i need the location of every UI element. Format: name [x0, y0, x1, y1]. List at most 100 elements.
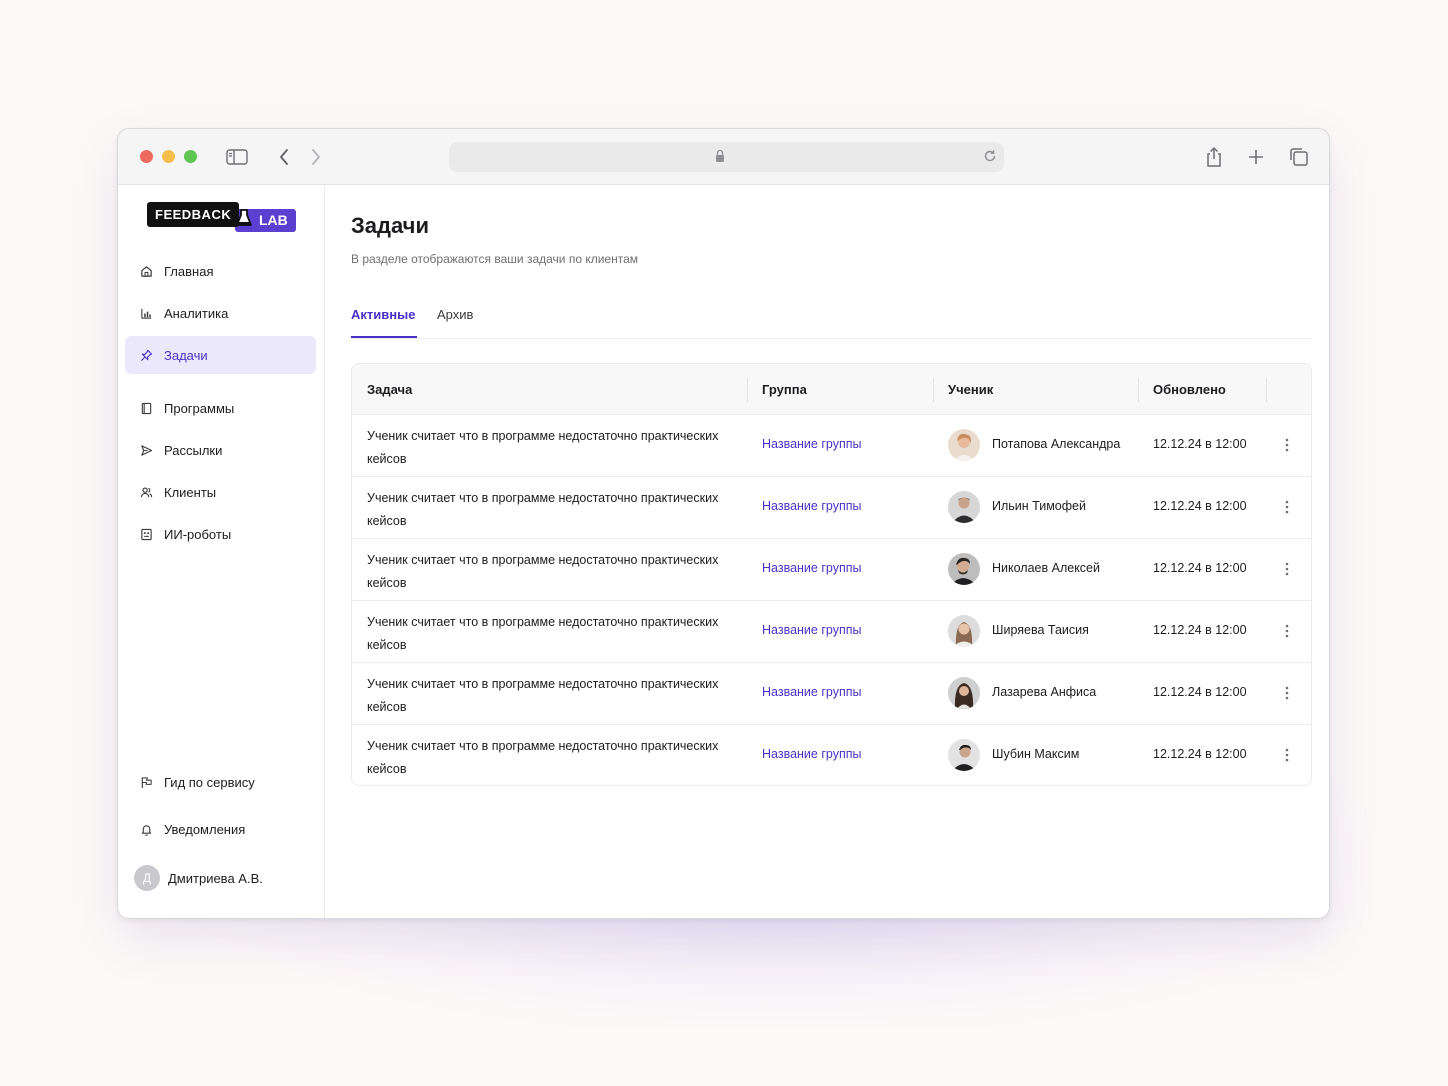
robot-icon: [139, 527, 153, 541]
sidebar: FEEDBACK LAB Главная Аналитика Задачи Пр…: [118, 185, 325, 918]
group-link[interactable]: Название группы: [762, 685, 861, 699]
sidebar-item-mailings[interactable]: Рассылки: [125, 431, 316, 469]
sidebar-item-analytics[interactable]: Аналитика: [125, 294, 316, 332]
student-avatar: [948, 677, 980, 709]
sidebar-item-label: Аналитика: [164, 305, 229, 321]
more-options-icon[interactable]: [1277, 497, 1297, 517]
column-divider: [933, 378, 934, 402]
more-options-icon[interactable]: [1277, 435, 1297, 455]
group-link[interactable]: Название группы: [762, 437, 861, 451]
minimize-window-button[interactable]: [162, 150, 175, 163]
updated-date: 12.12.24 в 12:00: [1153, 499, 1247, 513]
more-options-icon[interactable]: [1277, 683, 1297, 703]
user-name: Дмитриева А.В.: [168, 870, 263, 886]
task-text: Ученик считает что в программе недостато…: [367, 677, 719, 714]
sidebar-item-label: Клиенты: [164, 484, 217, 500]
group-link[interactable]: Название группы: [762, 747, 861, 761]
sidebar-item-programs[interactable]: Программы: [125, 389, 316, 427]
sidebar-toggle-icon[interactable]: [225, 145, 249, 169]
sidebar-item-label: Программы: [164, 400, 235, 416]
close-window-button[interactable]: [140, 150, 153, 163]
active-tab-indicator: [351, 336, 417, 338]
updated-date: 12.12.24 в 12:00: [1153, 623, 1247, 637]
sidebar-item-tasks[interactable]: Задачи: [125, 336, 316, 374]
sidebar-item-clients[interactable]: Клиенты: [125, 473, 316, 511]
browser-toolbar: [118, 129, 1329, 185]
table-row[interactable]: Ученик считает что в программе недостато…: [352, 725, 1311, 785]
group-link[interactable]: Название группы: [762, 623, 861, 637]
sidebar-item-ai-robots[interactable]: ИИ-роботы: [125, 515, 316, 553]
task-text: Ученик считает что в программе недостато…: [367, 615, 719, 652]
column-header-task[interactable]: Задача: [367, 382, 412, 397]
user-profile[interactable]: Д Дмитриева А.В.: [125, 859, 316, 897]
forward-icon[interactable]: [304, 145, 328, 169]
updated-date: 12.12.24 в 12:00: [1153, 747, 1247, 761]
users-icon: [139, 485, 153, 499]
browser-window: FEEDBACK LAB Главная Аналитика Задачи Пр…: [117, 128, 1330, 919]
share-icon[interactable]: [1202, 145, 1226, 169]
table-row[interactable]: Ученик считает что в программе недостато…: [352, 539, 1311, 601]
sidebar-item-notifications[interactable]: Уведомления: [125, 810, 316, 848]
student-avatar: [948, 429, 980, 461]
column-divider: [747, 378, 748, 402]
task-text: Ученик считает что в программе недостато…: [367, 429, 719, 466]
flask-icon: [235, 208, 253, 233]
address-bar[interactable]: [449, 142, 1004, 172]
sidebar-item-label: Рассылки: [164, 442, 223, 458]
updated-date: 12.12.24 в 12:00: [1153, 685, 1247, 699]
tab-archive[interactable]: Архив: [437, 307, 473, 322]
column-header-student[interactable]: Ученик: [948, 382, 993, 397]
table-row[interactable]: Ученик считает что в программе недостато…: [352, 601, 1311, 663]
task-text: Ученик считает что в программе недостато…: [367, 739, 719, 776]
student-avatar: [948, 739, 980, 771]
more-options-icon[interactable]: [1277, 621, 1297, 641]
student-name: Лазарева Анфиса: [992, 685, 1097, 699]
sidebar-item-label: Уведомления: [164, 821, 246, 837]
student-name: Шубин Максим: [992, 747, 1080, 761]
bell-icon: [139, 822, 153, 836]
sidebar-item-label: Гид по сервису: [164, 774, 255, 790]
main-content: Задачи В разделе отображаются ваши задач…: [326, 185, 1329, 918]
group-link[interactable]: Название группы: [762, 561, 861, 575]
tabs-overview-icon[interactable]: [1287, 145, 1311, 169]
logo[interactable]: FEEDBACK LAB: [147, 202, 297, 234]
more-options-icon[interactable]: [1277, 559, 1297, 579]
table-row[interactable]: Ученик считает что в программе недостато…: [352, 663, 1311, 725]
sidebar-item-label: Главная: [164, 263, 214, 279]
table-row[interactable]: Ученик считает что в программе недостато…: [352, 477, 1311, 539]
student-avatar: [948, 553, 980, 585]
group-link[interactable]: Название группы: [762, 499, 861, 513]
sidebar-item-label: Задачи: [164, 347, 208, 363]
task-text: Ученик считает что в программе недостато…: [367, 553, 719, 590]
reload-icon[interactable]: [982, 148, 998, 169]
send-icon: [139, 443, 153, 457]
back-icon[interactable]: [272, 145, 296, 169]
student-name: Николаев Алексей: [992, 561, 1100, 575]
student-name: Ширяева Таисия: [992, 623, 1089, 637]
book-icon: [139, 401, 153, 415]
column-header-group[interactable]: Группа: [762, 382, 807, 397]
tasks-table: Задача Группа Ученик Обновлено Ученик сч…: [351, 363, 1312, 786]
student-name: Потапова Александра: [992, 437, 1121, 451]
flag-icon: [139, 775, 153, 789]
lock-icon: [715, 149, 725, 168]
more-options-icon[interactable]: [1277, 745, 1297, 765]
page-title: Задачи: [351, 213, 429, 238]
student-name: Ильин Тимофей: [992, 499, 1086, 513]
new-tab-icon[interactable]: [1244, 145, 1268, 169]
column-divider: [1138, 378, 1139, 402]
table-header: Задача Группа Ученик Обновлено: [352, 364, 1311, 415]
column-header-updated[interactable]: Обновлено: [1153, 382, 1226, 397]
sidebar-item-home[interactable]: Главная: [125, 252, 316, 290]
tab-active[interactable]: Активные: [351, 307, 415, 322]
sidebar-item-guide[interactable]: Гид по сервису: [125, 763, 316, 801]
avatar: Д: [134, 865, 160, 891]
updated-date: 12.12.24 в 12:00: [1153, 437, 1247, 451]
maximize-window-button[interactable]: [184, 150, 197, 163]
student-avatar: [948, 615, 980, 647]
page-subtitle: В разделе отображаются ваши задачи по кл…: [351, 252, 639, 266]
chart-icon: [139, 306, 153, 320]
table-row[interactable]: Ученик считает что в программе недостато…: [352, 415, 1311, 477]
tabs: Активные Архив: [351, 293, 1312, 339]
home-icon: [139, 264, 153, 278]
